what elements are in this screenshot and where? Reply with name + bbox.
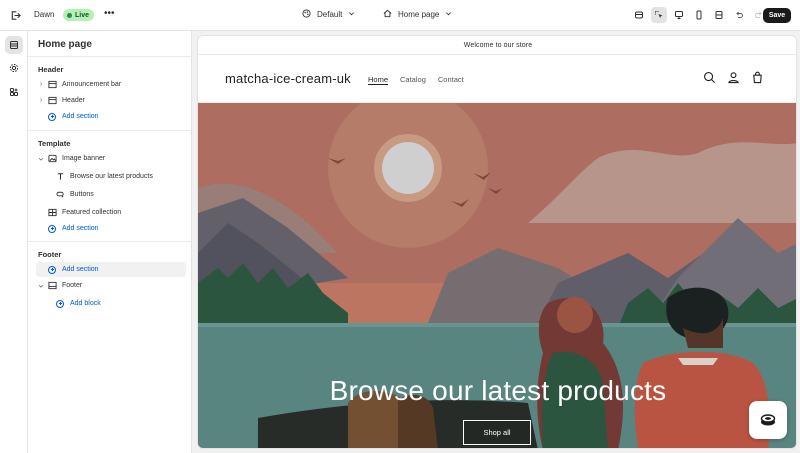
add-section-template-button[interactable]: Add section (36, 221, 186, 236)
banner-heading[interactable]: Browse our latest products (198, 375, 796, 407)
store-preview: Welcome to our store matcha-ice-cream-uk… (197, 35, 797, 449)
add-section-label: Add section (62, 225, 99, 232)
sidebar-item-label: Image banner (62, 155, 106, 162)
store-nav: Home Catalog Contact (368, 75, 464, 84)
undo-icon[interactable] (731, 7, 747, 23)
add-section-label: Add section (62, 113, 99, 120)
header-icons (703, 71, 764, 86)
sidebar-item-heading-block[interactable]: Browse our latest products (54, 169, 186, 184)
announcement-text: Welcome to our store (463, 41, 533, 49)
nav-contact[interactable]: Contact (438, 75, 464, 84)
sidebar-item-image-banner[interactable]: Image banner (36, 151, 186, 166)
divider (28, 130, 192, 131)
sidebar-item-footer[interactable]: Footer (36, 278, 186, 293)
sidebar-item-label: Announcement bar (62, 81, 122, 88)
sidebar-item-label: Footer (62, 282, 83, 289)
divider (28, 241, 192, 242)
section-icon (46, 280, 58, 292)
sidebar-item-label: Browse our latest products (70, 173, 153, 180)
section-icon (46, 95, 58, 107)
sidebar-item-featured-collection[interactable]: Featured collection (36, 205, 186, 220)
editor-rail (0, 31, 28, 453)
chevron-down-icon (348, 10, 355, 19)
announcement-bar[interactable]: Welcome to our store (198, 36, 796, 55)
page-selector[interactable]: Home page (383, 9, 452, 20)
preset-label: Default (317, 10, 343, 19)
shop-all-button[interactable]: Shop all (463, 420, 531, 445)
add-block-label: Add block (70, 300, 101, 307)
editor-topbar: Dawn Live ••• Default Home page Save (0, 0, 800, 31)
chevron-right-icon[interactable]: › (36, 81, 46, 88)
sidebar-item-announcement-bar[interactable]: › Announcement bar (36, 77, 186, 92)
select-icon[interactable] (651, 7, 667, 23)
sidebar-item-header[interactable]: › Header (36, 93, 186, 108)
chevron-right-icon[interactable]: › (36, 97, 46, 104)
add-circle-icon (46, 111, 58, 123)
add-section-footer-button[interactable]: Add section (36, 262, 186, 277)
nav-catalog[interactable]: Catalog (400, 75, 426, 84)
fullwidth-icon[interactable] (711, 7, 727, 23)
account-icon[interactable] (727, 71, 740, 86)
chat-icon[interactable] (749, 401, 787, 439)
theme-name: Dawn (34, 10, 55, 19)
more-actions-button[interactable]: ••• (104, 8, 115, 19)
add-section-label: Add section (62, 266, 99, 273)
sections-sidebar: Home page Header › Announcement bar › He… (28, 31, 192, 453)
live-badge: Live (63, 9, 95, 21)
sidebar-item-label: Buttons (70, 191, 94, 198)
image-banner[interactable]: Browse our latest products Shop all (198, 103, 796, 448)
add-block-button[interactable]: Add block (54, 296, 186, 311)
chevron-down-icon (445, 10, 452, 19)
sidebar-item-buttons-block[interactable]: Buttons (54, 187, 186, 202)
template-group-title: Template (38, 139, 71, 148)
live-label: Live (75, 11, 90, 19)
section-icon (46, 79, 58, 91)
sections-icon[interactable] (5, 36, 23, 54)
chevron-down-icon[interactable] (36, 156, 46, 162)
sidebar-title: Home page (38, 39, 92, 50)
collection-icon (46, 207, 58, 219)
nav-home[interactable]: Home (368, 75, 388, 84)
apps-icon[interactable] (5, 83, 23, 101)
settings-icon[interactable] (5, 59, 23, 77)
preset-selector[interactable]: Default (302, 9, 355, 20)
desktop-icon[interactable] (671, 7, 687, 23)
image-icon (46, 153, 58, 165)
header-group-title: Header (38, 65, 64, 74)
add-circle-icon (46, 223, 58, 235)
save-button[interactable]: Save (763, 8, 791, 23)
add-circle-icon (46, 264, 58, 276)
text-icon (54, 171, 66, 183)
footer-group-title: Footer (38, 250, 62, 259)
search-icon[interactable] (703, 71, 716, 86)
store-logo[interactable]: matcha-ice-cream-uk (225, 71, 351, 86)
cart-icon[interactable] (751, 71, 764, 86)
add-section-header-button[interactable]: Add section (36, 109, 186, 124)
sidebar-item-label: Featured collection (62, 209, 122, 216)
add-circle-icon (54, 298, 66, 310)
mobile-icon[interactable] (691, 7, 707, 23)
sidebar-item-label: Header (62, 97, 85, 104)
store-header[interactable]: matcha-ice-cream-uk Home Catalog Contact (198, 55, 796, 103)
chevron-down-icon[interactable] (36, 283, 46, 289)
divider (28, 56, 192, 57)
inspector-icon[interactable] (631, 7, 647, 23)
button-icon (54, 189, 66, 201)
view-toolbar (631, 7, 767, 23)
preset-icon (302, 9, 311, 20)
live-dot-icon (67, 12, 72, 18)
page-label: Home page (398, 10, 440, 19)
home-icon (383, 9, 392, 20)
exit-icon[interactable] (9, 9, 22, 22)
